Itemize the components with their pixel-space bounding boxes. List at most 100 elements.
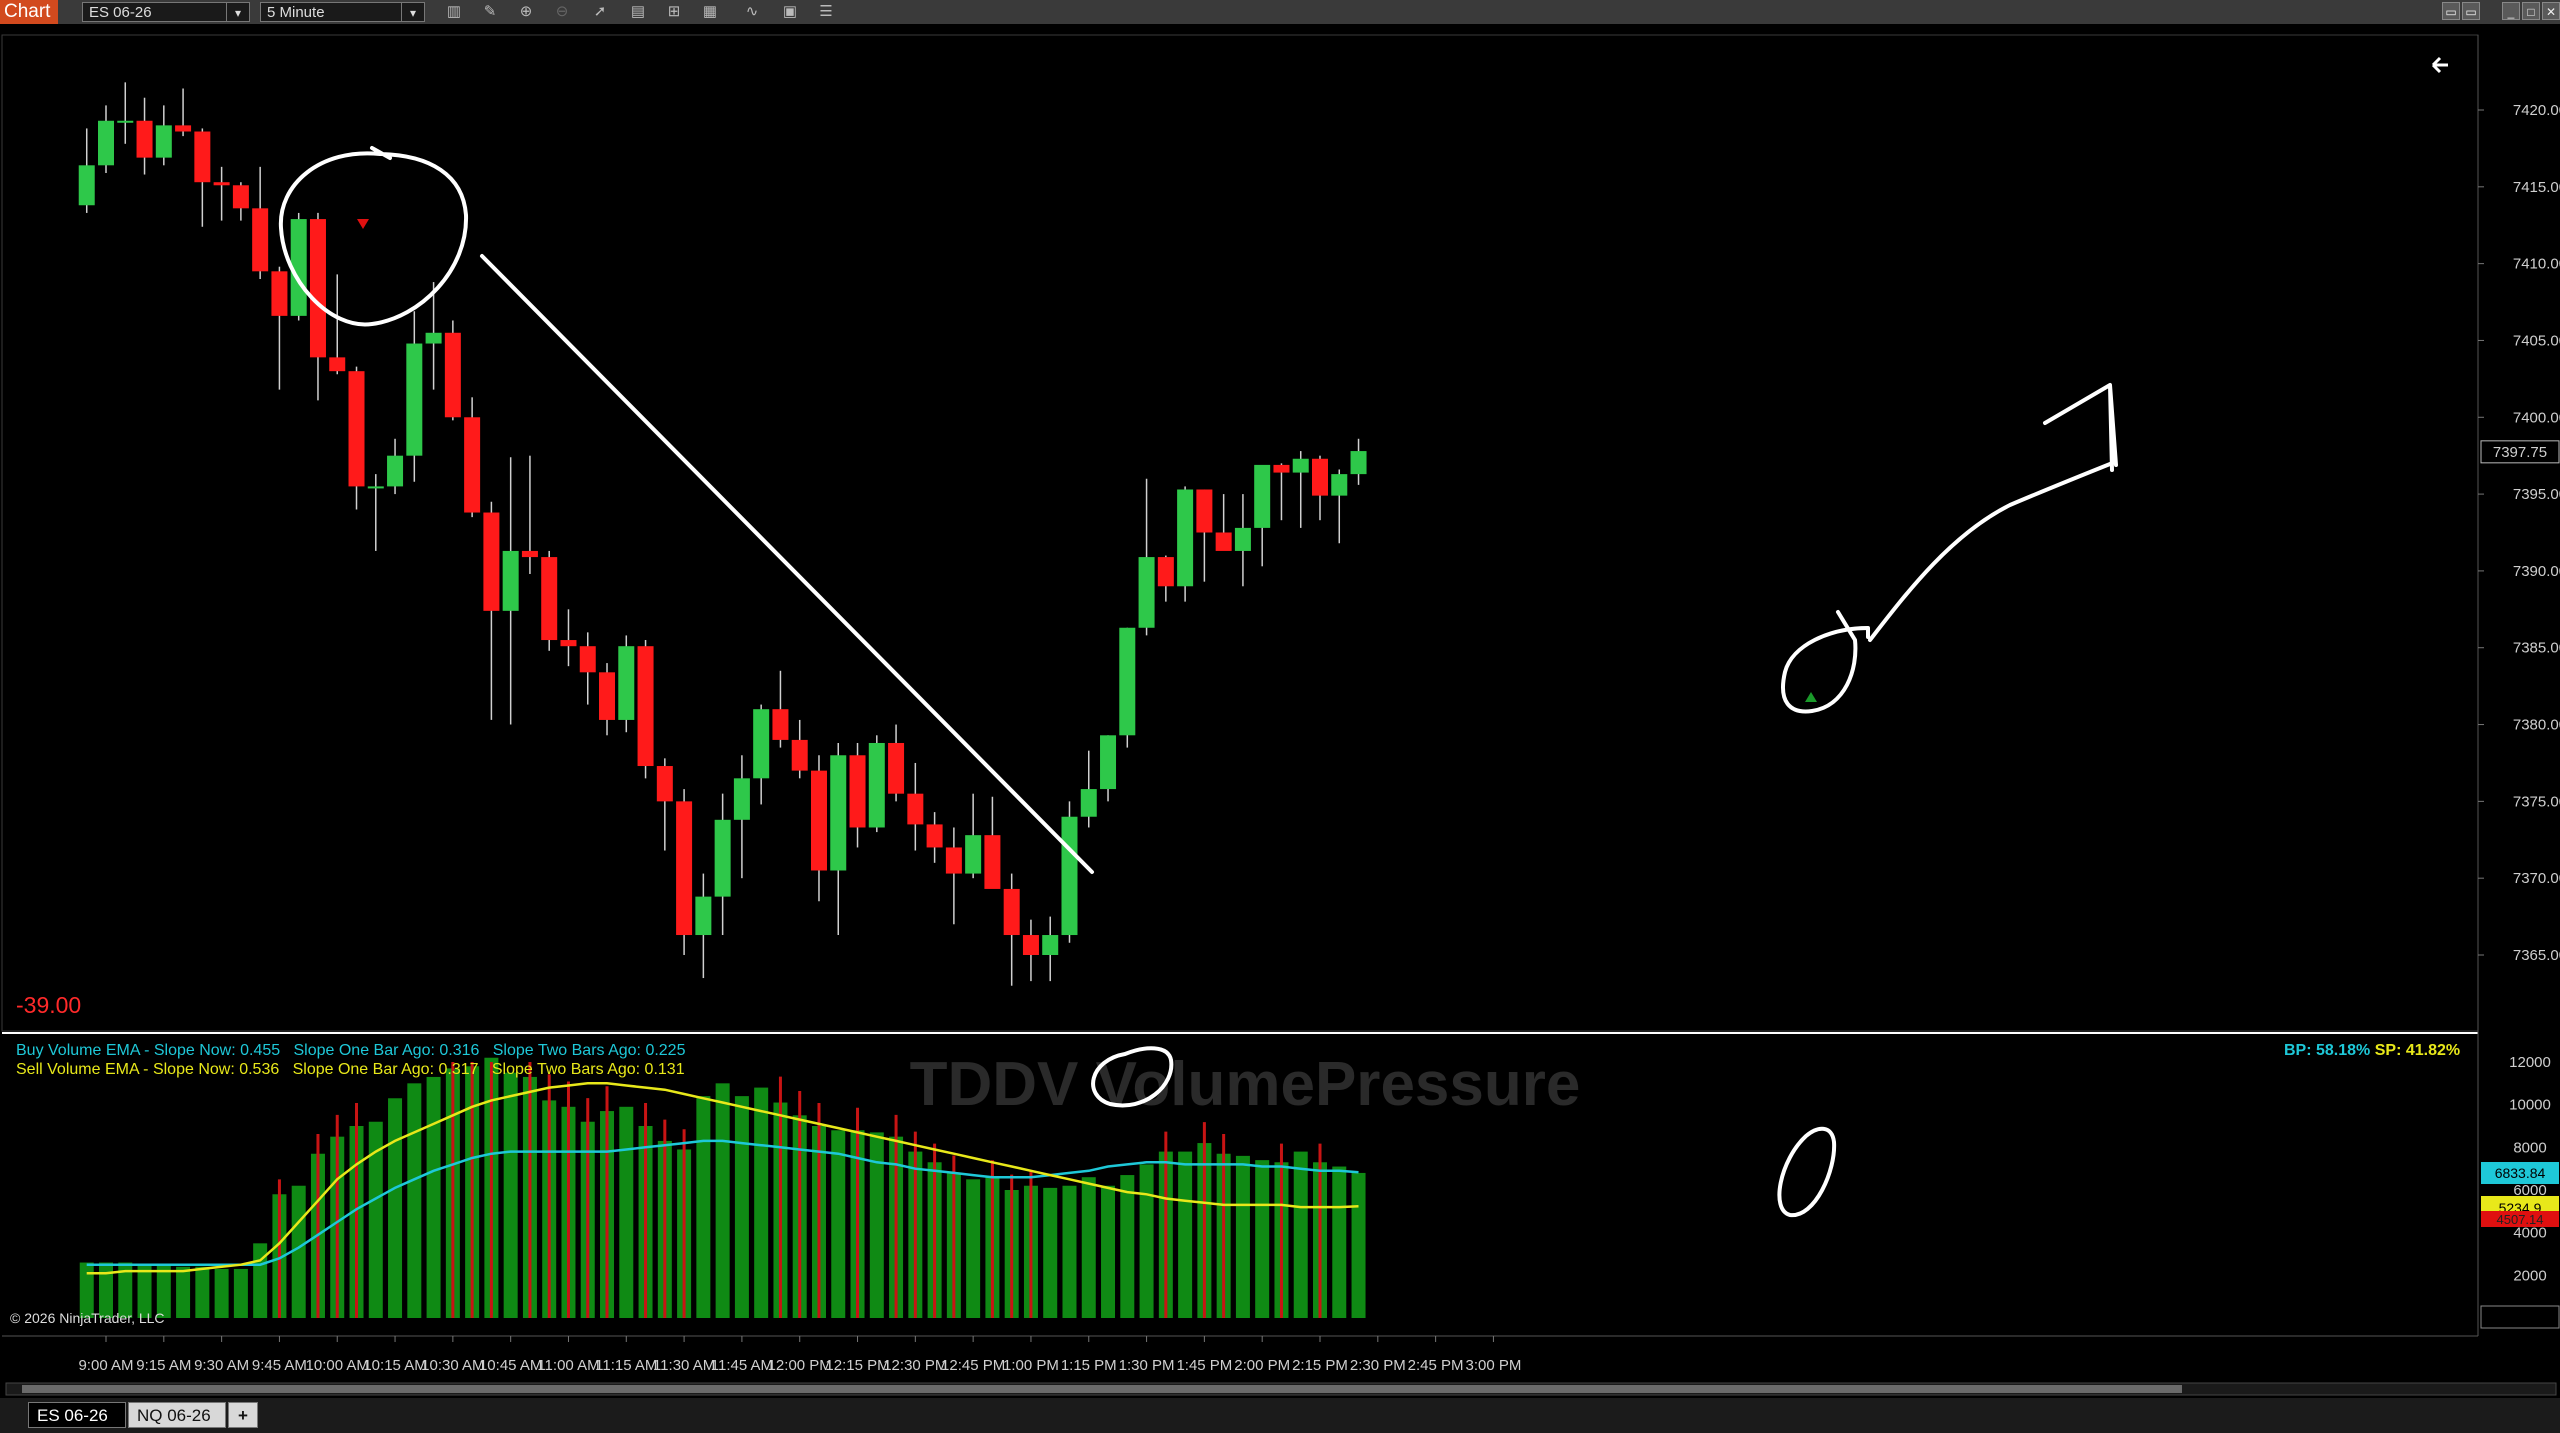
candle-body-down: [945, 847, 962, 874]
volume-bar: [195, 1266, 210, 1318]
time-tick-label: 2:30 PM: [1350, 1357, 1406, 1374]
candle-body-down: [926, 824, 943, 848]
candle-body-down: [984, 835, 1001, 889]
candle-body-down: [175, 125, 192, 132]
candle-body-down: [656, 766, 673, 802]
candle-body-up: [733, 778, 750, 820]
time-tick-label: 12:30 PM: [883, 1357, 947, 1374]
candle-body-up: [1177, 489, 1194, 587]
time-tick-label: 1:45 PM: [1176, 1357, 1232, 1374]
candle-body-down: [464, 417, 481, 513]
price-tick-label: 7420.00: [2513, 102, 2560, 119]
close-icon[interactable]: ✕: [2542, 2, 2560, 20]
instrument-tabs: ES 06-26 NQ 06-26 +: [0, 1398, 2560, 1433]
buy-ema-slope-one: Slope One Bar Ago: 0.316: [293, 1042, 480, 1059]
draw-pencil-icon[interactable]: ✎: [480, 3, 500, 21]
candle-body-up: [117, 120, 134, 123]
time-tick-label: 9:30 AM: [194, 1357, 249, 1374]
candle-body-down: [599, 672, 616, 720]
time-tick-label: 2:45 PM: [1408, 1357, 1464, 1374]
candle-body-up: [1254, 464, 1271, 528]
svg-text:7397.75: 7397.75: [2493, 444, 2547, 461]
candle-body-down: [1196, 489, 1213, 533]
volume-bar: [966, 1179, 981, 1318]
interval-selector[interactable]: 5 Minute ▾: [260, 2, 425, 22]
time-tick-label: 10:15 AM: [363, 1357, 426, 1374]
candle-body-up: [406, 343, 423, 456]
sell-ema-info: Sell Volume EMA - Slope Now: 0.536 Slope…: [16, 1061, 685, 1079]
indicators-icon[interactable]: ∿: [742, 3, 762, 21]
bars-type-icon[interactable]: ▥: [444, 3, 464, 21]
volume-bar: [1120, 1175, 1135, 1318]
candle-body-down: [252, 208, 269, 272]
candle-body-down: [1003, 888, 1020, 936]
zoom-in-icon[interactable]: ⊕: [516, 3, 536, 21]
zoom-out-icon[interactable]: ⊖: [552, 3, 572, 21]
tab-es[interactable]: ES 06-26: [28, 1402, 126, 1428]
price-tick-label: 7370.00: [2513, 870, 2560, 887]
candle-body-down: [348, 371, 365, 487]
time-tick-label: 11:00 AM: [537, 1357, 599, 1374]
sell-ema-slope-one: Slope One Bar Ago: 0.317: [292, 1061, 479, 1078]
candle-body-down: [1312, 458, 1328, 496]
time-tick-label: 1:15 PM: [1061, 1357, 1117, 1374]
volume-bar: [1178, 1151, 1193, 1318]
price-tick-label: 7365.00: [2513, 947, 2560, 964]
volume-bar: [696, 1096, 711, 1318]
candle-body-down: [888, 742, 905, 794]
time-tick-label: 1:30 PM: [1119, 1357, 1175, 1374]
candle-body-up: [155, 125, 172, 158]
candle-body-up: [1234, 527, 1251, 551]
scrollbar-thumb[interactable]: [22, 1385, 2182, 1393]
time-tick-label: 9:15 AM: [136, 1357, 191, 1374]
candle-body-down: [232, 185, 249, 209]
minimize-icon[interactable]: _: [2502, 2, 2520, 20]
interval-value: 5 Minute: [267, 4, 325, 21]
candle-body-up: [98, 120, 114, 166]
candle-body-down: [772, 709, 789, 740]
candle-body-down: [676, 801, 693, 936]
volume-bar: [1043, 1187, 1058, 1318]
volume-tick-label: 2000: [2513, 1267, 2546, 1284]
candle-body-up: [1331, 474, 1348, 496]
candle-body-up: [1350, 451, 1367, 475]
add-tab-button[interactable]: +: [228, 1402, 258, 1428]
candle-body-up: [1292, 458, 1309, 473]
drawing-tools-icon[interactable]: ▣: [780, 3, 800, 21]
time-tick-label: 10:45 AM: [479, 1357, 542, 1374]
volume-bar: [407, 1083, 422, 1318]
candle-body-down: [329, 357, 346, 372]
time-tick-label: 12:15 PM: [825, 1357, 889, 1374]
volume-bar: [214, 1268, 229, 1318]
candle-body-down: [791, 739, 808, 771]
current-price-marker: 7397.75: [2480, 440, 2560, 464]
chart-canvas[interactable]: TDDV VolumePressure 7420.00 7415.00 7410.0…: [0, 24, 2560, 1398]
strategy-icon[interactable]: ▦: [700, 3, 720, 21]
pnl-value: -39.00: [16, 992, 82, 1018]
volume-bar: [233, 1268, 248, 1318]
pointer-icon[interactable]: ➚: [590, 3, 610, 21]
candle-body-up: [502, 550, 519, 611]
templates-icon[interactable]: ⊞: [664, 3, 684, 21]
data-box-icon[interactable]: ☰: [816, 3, 836, 21]
time-tick-label: 12:45 PM: [941, 1357, 1005, 1374]
time-tick-label: 3:00 PM: [1465, 1357, 1521, 1374]
candle-body-down: [541, 557, 558, 641]
volume-bar: [426, 1076, 441, 1318]
candle-body-up: [618, 646, 635, 720]
candle-body-down: [1157, 557, 1174, 587]
volume-bar: [1351, 1172, 1366, 1318]
tab-nq[interactable]: NQ 06-26: [128, 1402, 226, 1428]
instrument-selector[interactable]: ES 06-26 ▾: [82, 2, 250, 22]
price-tick-label: 7390.00: [2513, 563, 2560, 580]
restore-icon[interactable]: ▭: [2442, 2, 2460, 20]
volume-tick-label: 12000: [2509, 1054, 2551, 1071]
properties-icon[interactable]: ▤: [628, 3, 648, 21]
buy-ema-slope-now: Buy Volume EMA - Slope Now: 0.455: [16, 1042, 281, 1059]
time-tick-label: 11:15 AM: [595, 1357, 657, 1374]
volume-bar: [715, 1083, 730, 1318]
restore-icon[interactable]: ▭: [2462, 2, 2480, 20]
time-tick-label: 10:00 AM: [306, 1357, 369, 1374]
time-tick-label: 1:00 PM: [1003, 1357, 1059, 1374]
maximize-icon[interactable]: □: [2522, 2, 2540, 20]
